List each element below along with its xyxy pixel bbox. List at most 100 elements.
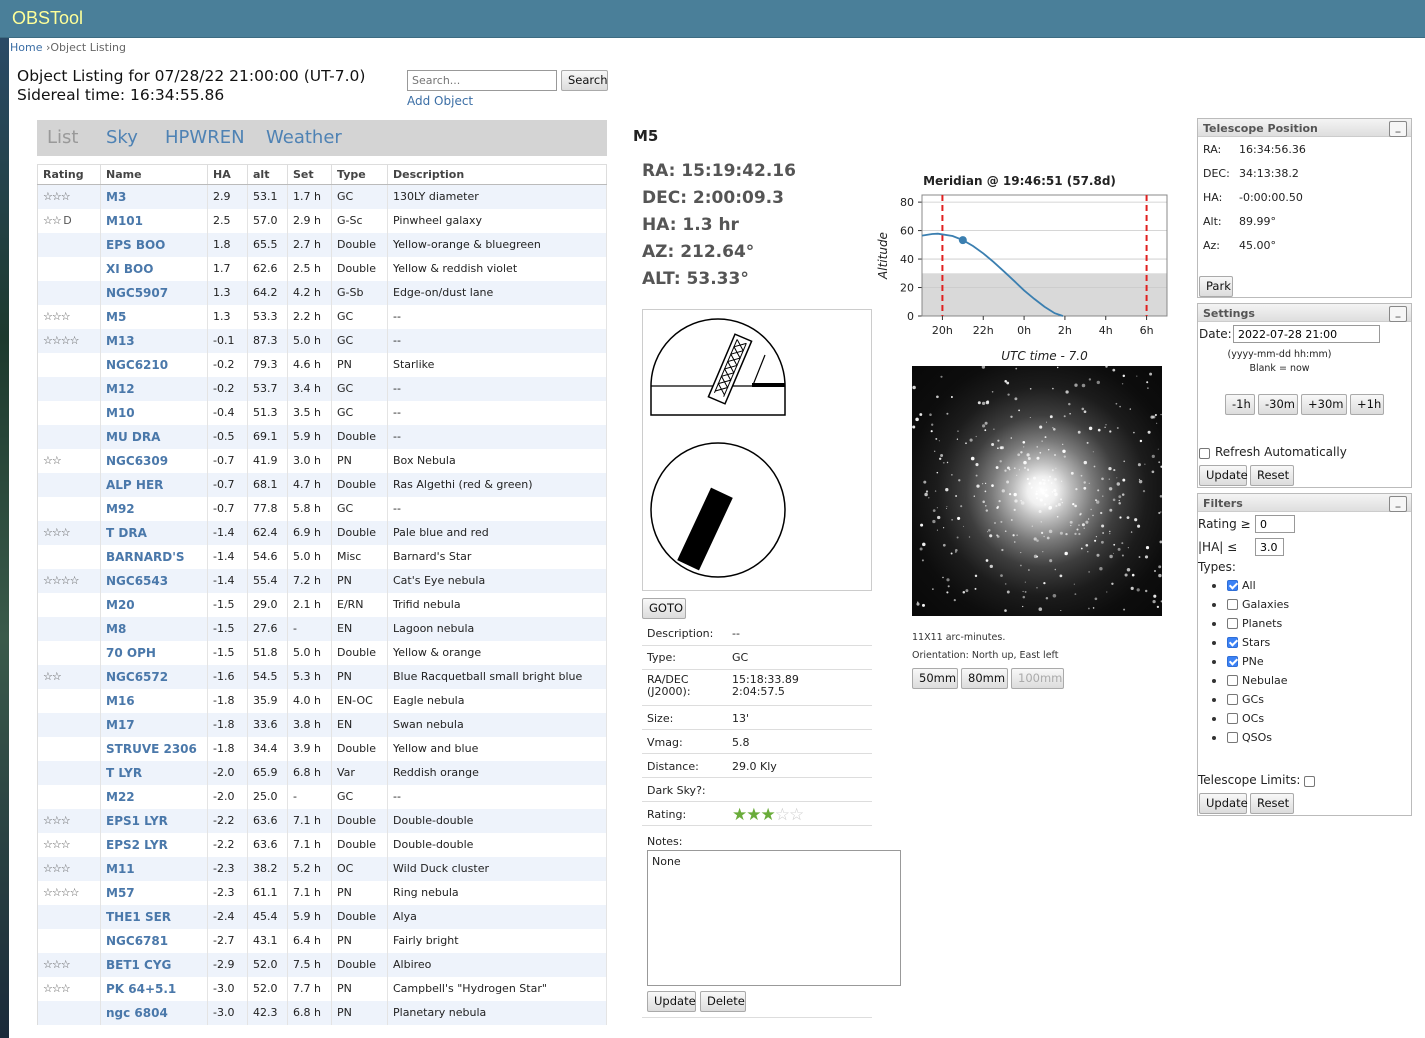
cell-name[interactable]: M101 — [100, 208, 208, 233]
filter-type-checkbox-nebulae[interactable] — [1227, 675, 1238, 686]
filters-panel-minimize-button[interactable]: _ — [1389, 496, 1407, 512]
tab-sky[interactable]: Sky — [106, 127, 138, 148]
settings-panel-minimize-button[interactable]: _ — [1389, 306, 1407, 322]
table-row[interactable]: ☆☆☆☆ M57 -2.3 61.1 7.1 h PN Ring nebula — [37, 880, 607, 905]
tab-hpwren[interactable]: HPWREN — [165, 127, 245, 148]
table-row[interactable]: THE1 SER -2.4 45.4 5.9 h Double Alya — [37, 904, 607, 929]
rating-star-icon[interactable]: ★ — [746, 805, 761, 825]
filter-type-checkbox-planets[interactable] — [1227, 618, 1238, 629]
table-row[interactable]: STRUVE 2306 -1.8 34.4 3.9 h Double Yellow and… — [37, 736, 607, 761]
cell-name[interactable]: THE1 SER — [100, 904, 208, 929]
filter-rating-input[interactable] — [1255, 515, 1295, 533]
telescope-limits-checkbox[interactable] — [1304, 776, 1315, 787]
table-row[interactable]: M92 -0.7 77.8 5.8 h GC -- — [37, 496, 607, 521]
table-row[interactable]: ☆☆☆ M3 2.9 53.1 1.7 h GC 130LY diameter — [37, 184, 607, 209]
column-header-rating[interactable]: Rating — [37, 164, 101, 185]
table-row[interactable]: ☆☆☆ EPS1 LYR -2.2 63.6 7.1 h Double Double-dou… — [37, 808, 607, 833]
cell-name[interactable]: EPS2 LYR — [100, 832, 208, 857]
table-row[interactable]: ☆☆☆ EPS2 LYR -2.2 63.6 7.1 h Double Double-dou… — [37, 832, 607, 857]
minus-1h-button[interactable]: -1h — [1225, 394, 1255, 415]
table-row[interactable]: XI BOO 1.7 62.6 2.5 h Double Yellow & reddish… — [37, 256, 607, 281]
table-row[interactable]: MU DRA -0.5 69.1 5.9 h Double -- — [37, 424, 607, 449]
table-row[interactable]: M16 -1.8 35.9 4.0 h EN-OC Eagle nebula — [37, 688, 607, 713]
cell-name[interactable]: M11 — [100, 856, 208, 881]
filter-type-checkbox-qsos[interactable] — [1227, 732, 1238, 743]
cell-name[interactable]: M8 — [100, 616, 208, 641]
cell-name[interactable]: M12 — [100, 376, 208, 401]
column-header-description[interactable]: Description — [387, 164, 607, 185]
table-row[interactable]: M22 -2.0 25.0- GC -- — [37, 784, 607, 809]
column-header-name[interactable]: Name — [100, 164, 208, 185]
cell-name[interactable]: M13 — [100, 328, 208, 353]
cell-name[interactable]: M20 — [100, 592, 208, 617]
app-title[interactable]: OBSTool — [12, 8, 83, 29]
table-row[interactable]: ☆☆☆ BET1 CYG -2.9 52.0 7.5 h Double Albireo — [37, 952, 607, 977]
table-row[interactable]: M17 -1.8 33.6 3.8 h EN Swan nebula — [37, 712, 607, 737]
cell-name[interactable]: M16 — [100, 688, 208, 713]
cell-name[interactable]: EPS1 LYR — [100, 808, 208, 833]
minus-30m-button[interactable]: -30m — [1258, 394, 1298, 415]
table-row[interactable]: NGC6781 -2.7 43.1 6.4 h PN Fairly bright — [37, 928, 607, 953]
table-row[interactable]: ☆☆ NGC6572 -1.6 54.5 5.3 h PN Blue Racquetball… — [37, 664, 607, 689]
table-row[interactable]: ☆☆☆☆ M13 -0.1 87.3 5.0 h GC -- — [37, 328, 607, 353]
plus-1h-button[interactable]: +1h — [1350, 394, 1384, 415]
table-row[interactable]: T LYR -2.0 65.9 6.8 h Var Reddish orange — [37, 760, 607, 785]
table-row[interactable]: BARNARD'S -1.4 54.6 5.0 h Misc Barnard's Star — [37, 544, 607, 569]
plus-30m-button[interactable]: +30m — [1301, 394, 1347, 415]
rating-star-icon[interactable]: ★ — [761, 805, 776, 825]
table-row[interactable]: M8 -1.5 27.6- EN Lagoon nebula — [37, 616, 607, 641]
column-header-type[interactable]: Type — [331, 164, 388, 185]
cell-name[interactable]: T LYR — [100, 760, 208, 785]
notes-delete-button[interactable]: Delete — [700, 991, 746, 1012]
table-row[interactable]: ALP HER -0.7 68.1 4.7 h Double Ras Algethi (r… — [37, 472, 607, 497]
cell-name[interactable]: T DRA — [100, 520, 208, 545]
table-row[interactable]: ☆☆☆☆ NGC6543 -1.4 55.4 7.2 h PN Cat's Eye nebu… — [37, 568, 607, 593]
table-row[interactable]: EPS BOO 1.8 65.5 2.7 h Double Yellow-orange &… — [37, 232, 607, 257]
filter-type-checkbox-galaxies[interactable] — [1227, 599, 1238, 610]
telescope-panel-minimize-button[interactable]: _ — [1389, 121, 1407, 137]
settings-date-input[interactable] — [1233, 325, 1380, 343]
cell-name[interactable]: BARNARD'S — [100, 544, 208, 569]
cell-name[interactable]: STRUVE 2306 — [100, 736, 208, 761]
settings-update-button[interactable]: Update — [1199, 465, 1248, 486]
cell-name[interactable]: NGC6210 — [100, 352, 208, 377]
cell-name[interactable]: M92 — [100, 496, 208, 521]
column-header-alt[interactable]: alt — [247, 164, 288, 185]
add-object-link[interactable]: Add Object — [407, 94, 473, 108]
cell-name[interactable]: 70 OPH — [100, 640, 208, 665]
cell-name[interactable]: M10 — [100, 400, 208, 425]
table-row[interactable]: ☆☆☆ M11 -2.3 38.2 5.2 h OC Wild Duck cluster — [37, 856, 607, 881]
cell-name[interactable]: M22 — [100, 784, 208, 809]
filter-type-checkbox-pne[interactable] — [1227, 656, 1238, 667]
goto-button[interactable]: GOTO — [642, 598, 686, 619]
rating-star-icon[interactable]: ★ — [732, 805, 747, 825]
cell-name[interactable]: BET1 CYG — [100, 952, 208, 977]
cell-name[interactable]: NGC6543 — [100, 568, 208, 593]
cell-name[interactable]: NGC5907 — [100, 280, 208, 305]
table-row[interactable]: NGC5907 1.3 64.2 4.2 h G-Sb Edge-on/dust lane — [37, 280, 607, 305]
cell-name[interactable]: M5 — [100, 304, 208, 329]
filter-ha-input[interactable] — [1255, 538, 1284, 556]
image-80mm-button[interactable]: 80mm — [961, 668, 1008, 689]
table-row[interactable]: M12 -0.2 53.7 3.4 h GC -- — [37, 376, 607, 401]
breadcrumb-home-link[interactable]: Home — [10, 41, 42, 54]
filter-type-checkbox-all[interactable] — [1227, 580, 1238, 591]
filter-type-checkbox-stars[interactable] — [1227, 637, 1238, 648]
search-input[interactable] — [407, 70, 557, 91]
cell-name[interactable]: NGC6572 — [100, 664, 208, 689]
cell-name[interactable]: M3 — [100, 184, 208, 209]
cell-name[interactable]: XI BOO — [100, 256, 208, 281]
cell-name[interactable]: EPS BOO — [100, 232, 208, 257]
table-row[interactable]: ngc 6804 -3.0 42.3 6.8 h PN Planetary nebula — [37, 1000, 607, 1025]
column-header-ha[interactable]: HA — [207, 164, 248, 185]
notes-update-button[interactable]: Update — [647, 991, 696, 1012]
filters-reset-button[interactable]: Reset — [1250, 793, 1294, 814]
tab-weather[interactable]: Weather — [266, 127, 342, 148]
search-button[interactable]: Search — [561, 70, 608, 91]
cell-name[interactable]: ALP HER — [100, 472, 208, 497]
table-row[interactable]: ☆☆☆ PK 64+5.1 -3.0 52.0 7.7 h PN Campbell's "H… — [37, 976, 607, 1001]
refresh-automatically-checkbox[interactable] — [1199, 448, 1210, 459]
image-50mm-button[interactable]: 50mm — [912, 668, 958, 689]
cell-name[interactable]: M17 — [100, 712, 208, 737]
filter-type-checkbox-ocs[interactable] — [1227, 713, 1238, 724]
